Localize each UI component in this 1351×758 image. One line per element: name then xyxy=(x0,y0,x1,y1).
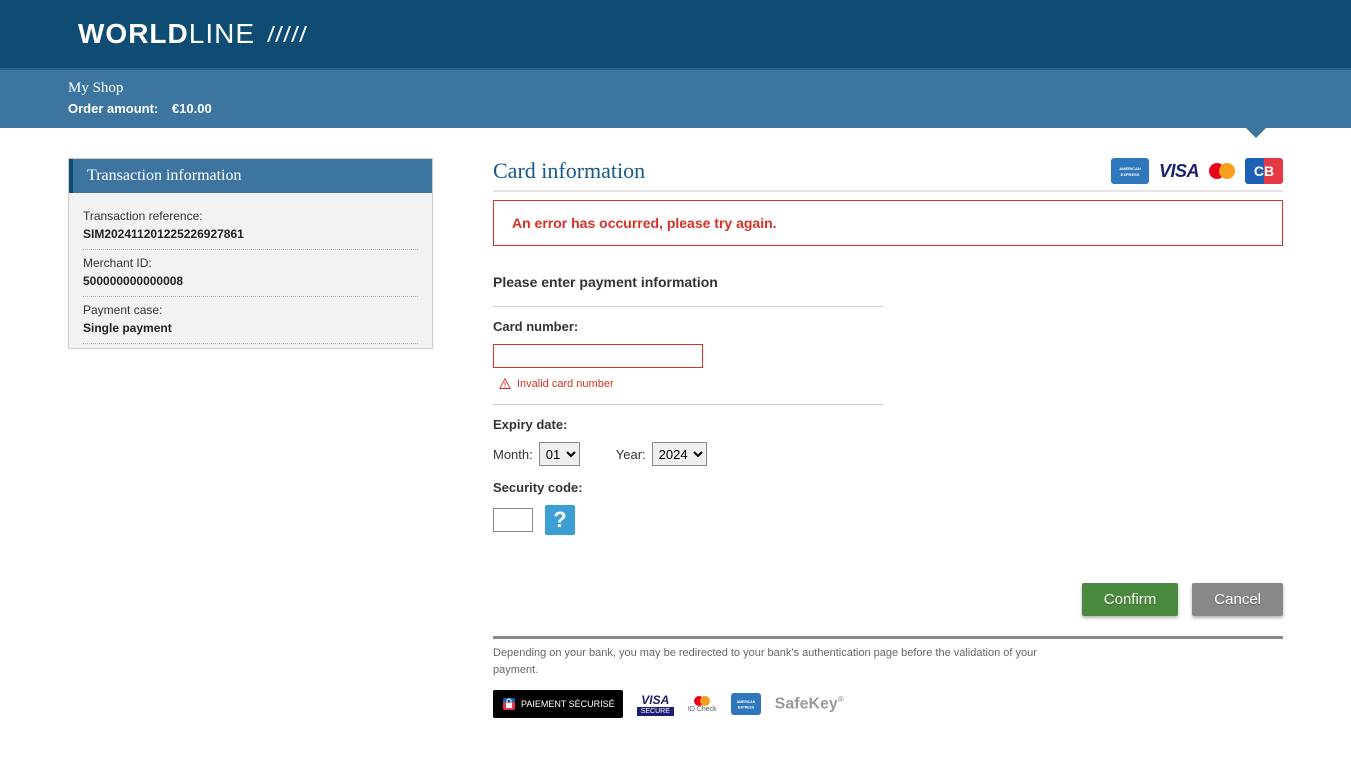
footer-note: Depending on your bank, you may be redir… xyxy=(493,645,1053,678)
cvv-group: Security code: ? xyxy=(493,480,883,549)
card-form-content: Card information AMERICANEXPRESS VISA CB… xyxy=(493,158,1283,718)
cvv-input[interactable] xyxy=(493,508,533,532)
tx-reference-item: Transaction reference: SIM20241120122522… xyxy=(83,203,418,250)
accepted-card-logos: AMERICANEXPRESS VISA CB xyxy=(1111,158,1283,184)
tx-reference-label: Transaction reference: xyxy=(83,209,418,223)
cvv-help-button[interactable]: ? xyxy=(545,505,575,535)
svg-text:AMERICAN: AMERICAN xyxy=(736,700,755,704)
warning-icon xyxy=(499,378,511,390)
security-logos: PAIEMENT SÉCURISÉ VISA SECURE ID Check A… xyxy=(493,690,1283,718)
order-amount-label: Order amount: xyxy=(68,101,158,116)
tx-merchant-value: 500000000000008 xyxy=(83,274,418,288)
month-select[interactable]: 01 xyxy=(539,442,580,466)
tx-merchant-label: Merchant ID: xyxy=(83,256,418,270)
shop-name: My Shop xyxy=(68,80,1351,97)
mastercard-idcheck-icon: ID Check xyxy=(688,696,717,713)
cvv-label: Security code: xyxy=(493,480,883,495)
card-number-error: Invalid card number xyxy=(499,378,883,390)
transaction-sidebar: Transaction information Transaction refe… xyxy=(68,158,433,718)
cb-icon: CB xyxy=(1245,158,1283,184)
footer-divider xyxy=(493,636,1283,639)
order-bar: My Shop Order amount: €10.00 xyxy=(0,68,1351,128)
order-amount-value: €10.00 xyxy=(172,101,212,116)
paiement-securise-badge: PAIEMENT SÉCURISÉ xyxy=(493,690,623,718)
tx-case-label: Payment case: xyxy=(83,303,418,317)
card-number-label: Card number: xyxy=(493,319,883,334)
tx-merchant-item: Merchant ID: 500000000000008 xyxy=(83,250,418,297)
svg-text:EXPRESS: EXPRESS xyxy=(1121,172,1140,177)
expiry-group: Expiry date: Month: 01 Year: 2024 xyxy=(493,404,883,480)
triangle-pointer-icon xyxy=(1246,128,1266,138)
logo-light: LINE xyxy=(189,18,255,50)
visa-icon: VISA xyxy=(1159,161,1199,182)
card-number-error-text: Invalid card number xyxy=(517,378,614,390)
mastercard-icon xyxy=(1209,163,1235,179)
confirm-button[interactable]: Confirm xyxy=(1082,583,1179,616)
card-number-input[interactable] xyxy=(493,344,703,368)
card-number-group: Card number: Invalid card number xyxy=(493,306,883,404)
logo-stripes-icon xyxy=(267,22,315,46)
year-select[interactable]: 2024 xyxy=(652,442,707,466)
cancel-button[interactable]: Cancel xyxy=(1192,583,1283,616)
card-info-title: Card information xyxy=(493,158,645,184)
tx-reference-value: SIM202411201225226927861 xyxy=(83,227,418,241)
tx-case-item: Payment case: Single payment xyxy=(83,297,418,344)
lock-icon xyxy=(501,696,517,712)
svg-text:AMERICAN: AMERICAN xyxy=(1119,166,1141,171)
expiry-label: Expiry date: xyxy=(493,417,883,432)
year-label: Year: xyxy=(616,447,646,462)
svg-text:EXPRESS: EXPRESS xyxy=(738,705,755,709)
logo-bold: WORLD xyxy=(78,18,189,50)
month-label: Month: xyxy=(493,447,533,462)
transaction-panel-title: Transaction information xyxy=(69,159,432,193)
visa-secure-icon: VISA SECURE xyxy=(637,693,674,716)
transaction-panel: Transaction information Transaction refe… xyxy=(68,158,433,349)
form-instruction: Please enter payment information xyxy=(493,274,1283,306)
worldline-logo: WORLDLINE xyxy=(78,18,315,50)
error-banner-text: An error has occurred, please try again. xyxy=(512,215,777,231)
tx-case-value: Single payment xyxy=(83,321,418,335)
action-buttons: Confirm Cancel xyxy=(493,583,1283,616)
top-header: WORLDLINE xyxy=(0,0,1351,68)
amex-icon: AMERICANEXPRESS xyxy=(1111,158,1149,184)
error-banner: An error has occurred, please try again. xyxy=(493,200,1283,246)
amex-small-icon: AMERICANEXPRESS xyxy=(731,693,761,715)
safekey-icon: SafeKey® xyxy=(775,695,844,713)
